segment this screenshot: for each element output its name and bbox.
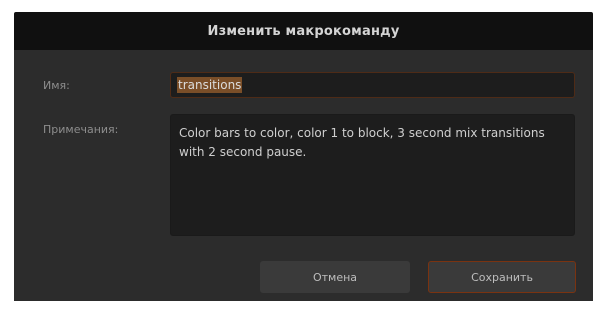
dialog-title-bar: Изменить макрокоманду [14,12,593,50]
save-button-label: Сохранить [471,270,533,284]
name-input-value: transitions [177,77,243,93]
save-button[interactable]: Сохранить [428,261,576,293]
name-input[interactable]: transitions [170,72,575,98]
name-label: Имя: [43,79,70,92]
cancel-button[interactable]: Отмена [260,261,410,293]
notes-label: Примечания: [43,123,119,136]
edit-macro-dialog: Изменить макрокоманду Имя: transitions П… [0,0,607,313]
dialog-body: Имя: transitions Примечания: Color bars … [14,50,593,301]
cancel-button-label: Отмена [312,270,358,284]
notes-textarea[interactable]: Color bars to color, color 1 to block, 3… [170,114,575,236]
dialog-title: Изменить макрокоманду [207,23,400,39]
